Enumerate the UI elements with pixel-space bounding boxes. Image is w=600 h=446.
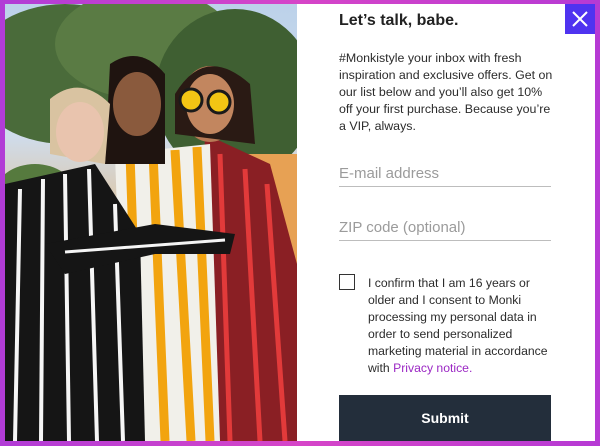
- consent-checkbox[interactable]: [339, 274, 355, 290]
- three-women-photo: [5, 4, 297, 441]
- zip-code-field[interactable]: [339, 210, 551, 240]
- newsletter-modal: Let’s talk, babe. #Monkistyle your inbox…: [5, 4, 595, 441]
- modal-title: Let’s talk, babe.: [339, 12, 459, 29]
- consent-text: I confirm that I am 16 years or older an…: [368, 275, 553, 377]
- zip-field-wrapper: [339, 210, 551, 241]
- close-icon: [572, 11, 588, 27]
- close-button[interactable]: [565, 4, 595, 34]
- privacy-notice-link[interactable]: Privacy notice.: [393, 361, 472, 375]
- promo-photo: [5, 4, 297, 441]
- signup-form: Let’s talk, babe. #Monkistyle your inbox…: [339, 4, 553, 441]
- submit-label: Submit: [421, 410, 469, 426]
- email-field-wrapper: [339, 156, 551, 187]
- intro-text: #Monkistyle your inbox with fresh inspir…: [339, 51, 553, 133]
- email-field[interactable]: [339, 156, 551, 186]
- submit-button[interactable]: Submit: [339, 395, 551, 441]
